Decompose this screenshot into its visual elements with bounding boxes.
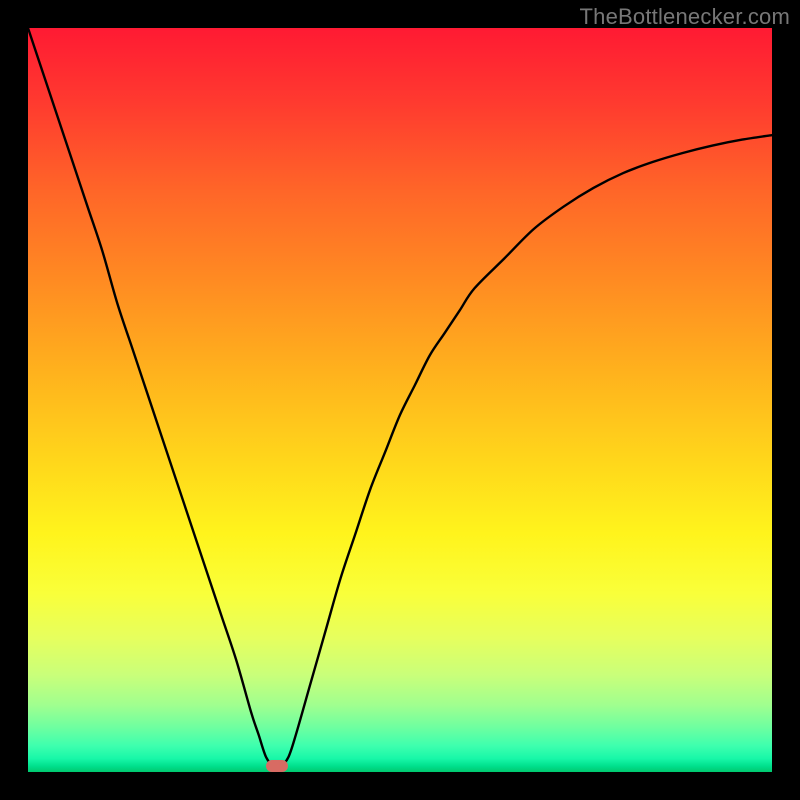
curve-svg [28,28,772,772]
bottleneck-curve [28,28,772,767]
plot-area [28,28,772,772]
watermark-text: TheBottlenecker.com [580,4,790,30]
optimal-point-marker [266,760,288,772]
chart-frame: TheBottlenecker.com [0,0,800,800]
